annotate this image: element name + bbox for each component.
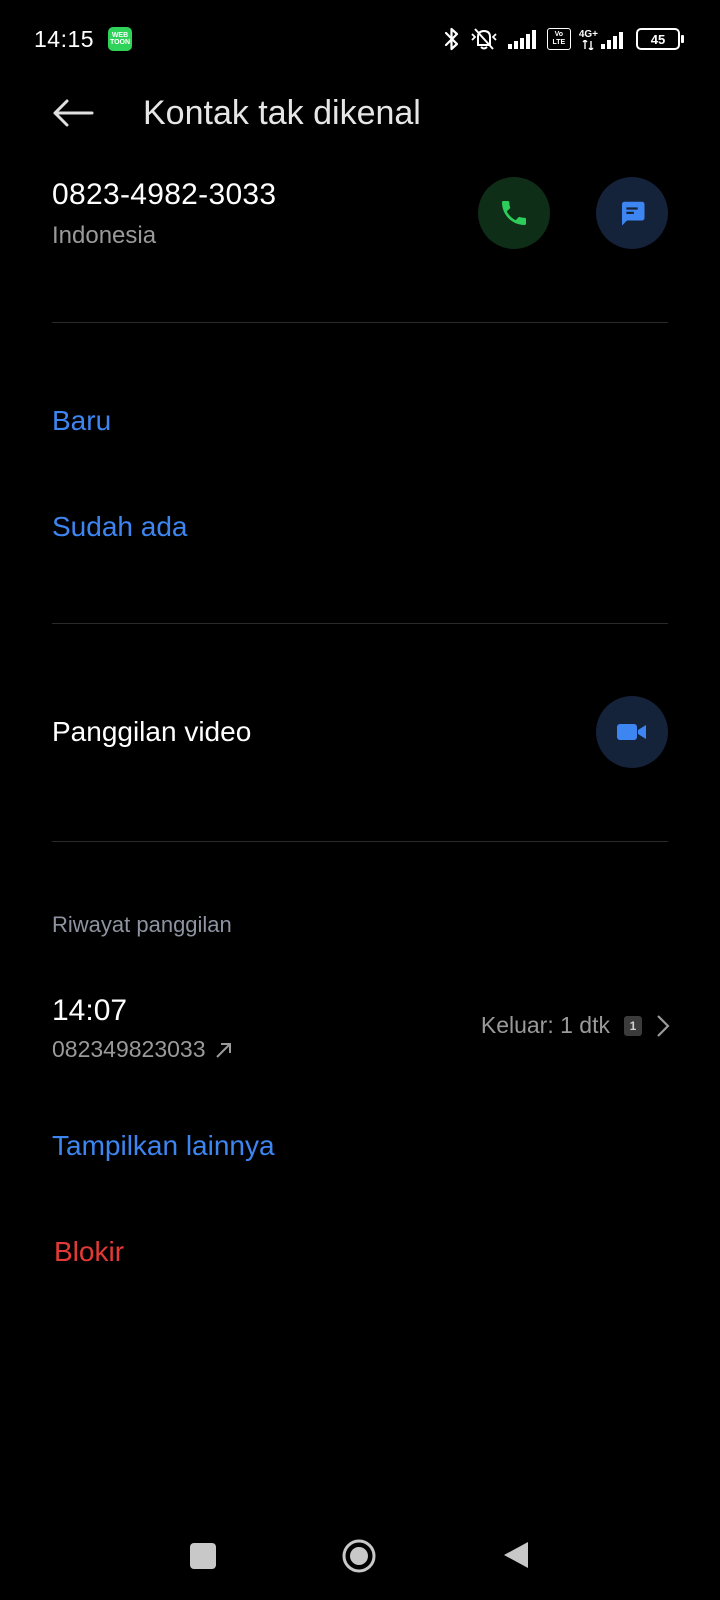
show-more-button[interactable]: Tampilkan lainnya (52, 1130, 275, 1162)
call-history-entry[interactable]: Keluar: 1 dtk 1 (481, 1012, 670, 1039)
back-triangle-icon (504, 1542, 528, 1568)
divider (52, 841, 668, 842)
signal-strength-icon (507, 30, 536, 49)
call-button[interactable] (478, 177, 550, 249)
divider (52, 322, 668, 323)
vibrate-off-icon (471, 28, 497, 50)
call-history-number: 082349823033 (52, 1036, 206, 1062)
signal-4g-icon: 4G+ (579, 28, 628, 50)
system-back-button[interactable] (502, 1540, 530, 1570)
call-history-title: Riwayat panggilan (52, 912, 232, 937)
call-history-detail: Keluar: 1 dtk (480, 1012, 610, 1038)
home-circle-icon (342, 1539, 376, 1573)
call-history-number-row: 082349823033 (52, 1036, 234, 1063)
page-title: Kontak tak dikenal (143, 94, 421, 132)
bluetooth-icon (444, 27, 458, 51)
contact-country: Indonesia (52, 222, 157, 249)
divider (52, 623, 668, 624)
outgoing-call-arrow-icon (215, 1042, 231, 1058)
battery-icon: 45 (636, 28, 684, 50)
phone-icon (502, 201, 526, 225)
webtoon-notification-icon: WEB TOON (108, 27, 132, 51)
home-button[interactable] (341, 1538, 377, 1574)
call-history-time: 14:07 (52, 994, 128, 1027)
status-icons: Vo LTE 4G+ 45 (443, 24, 684, 54)
chevron-right-icon (657, 1014, 670, 1037)
existing-contact-button[interactable]: Sudah ada (52, 511, 187, 543)
video-call-button[interactable] (596, 696, 668, 768)
arrow-left-icon (53, 99, 94, 127)
sim-card-icon: 1 (624, 1015, 642, 1036)
message-icon (622, 201, 645, 226)
back-button[interactable] (48, 88, 98, 138)
new-contact-button[interactable]: Baru (52, 405, 111, 437)
recent-apps-button[interactable] (190, 1543, 216, 1569)
status-time: 14:15 (34, 26, 95, 52)
video-call-label: Panggilan video (52, 716, 252, 747)
message-button[interactable] (596, 177, 668, 249)
block-button[interactable]: Blokir (54, 1236, 124, 1268)
video-camera-icon (617, 724, 646, 740)
contact-phone-number: 0823-4982-3033 (52, 178, 277, 211)
volte-icon: Vo LTE (546, 28, 571, 50)
